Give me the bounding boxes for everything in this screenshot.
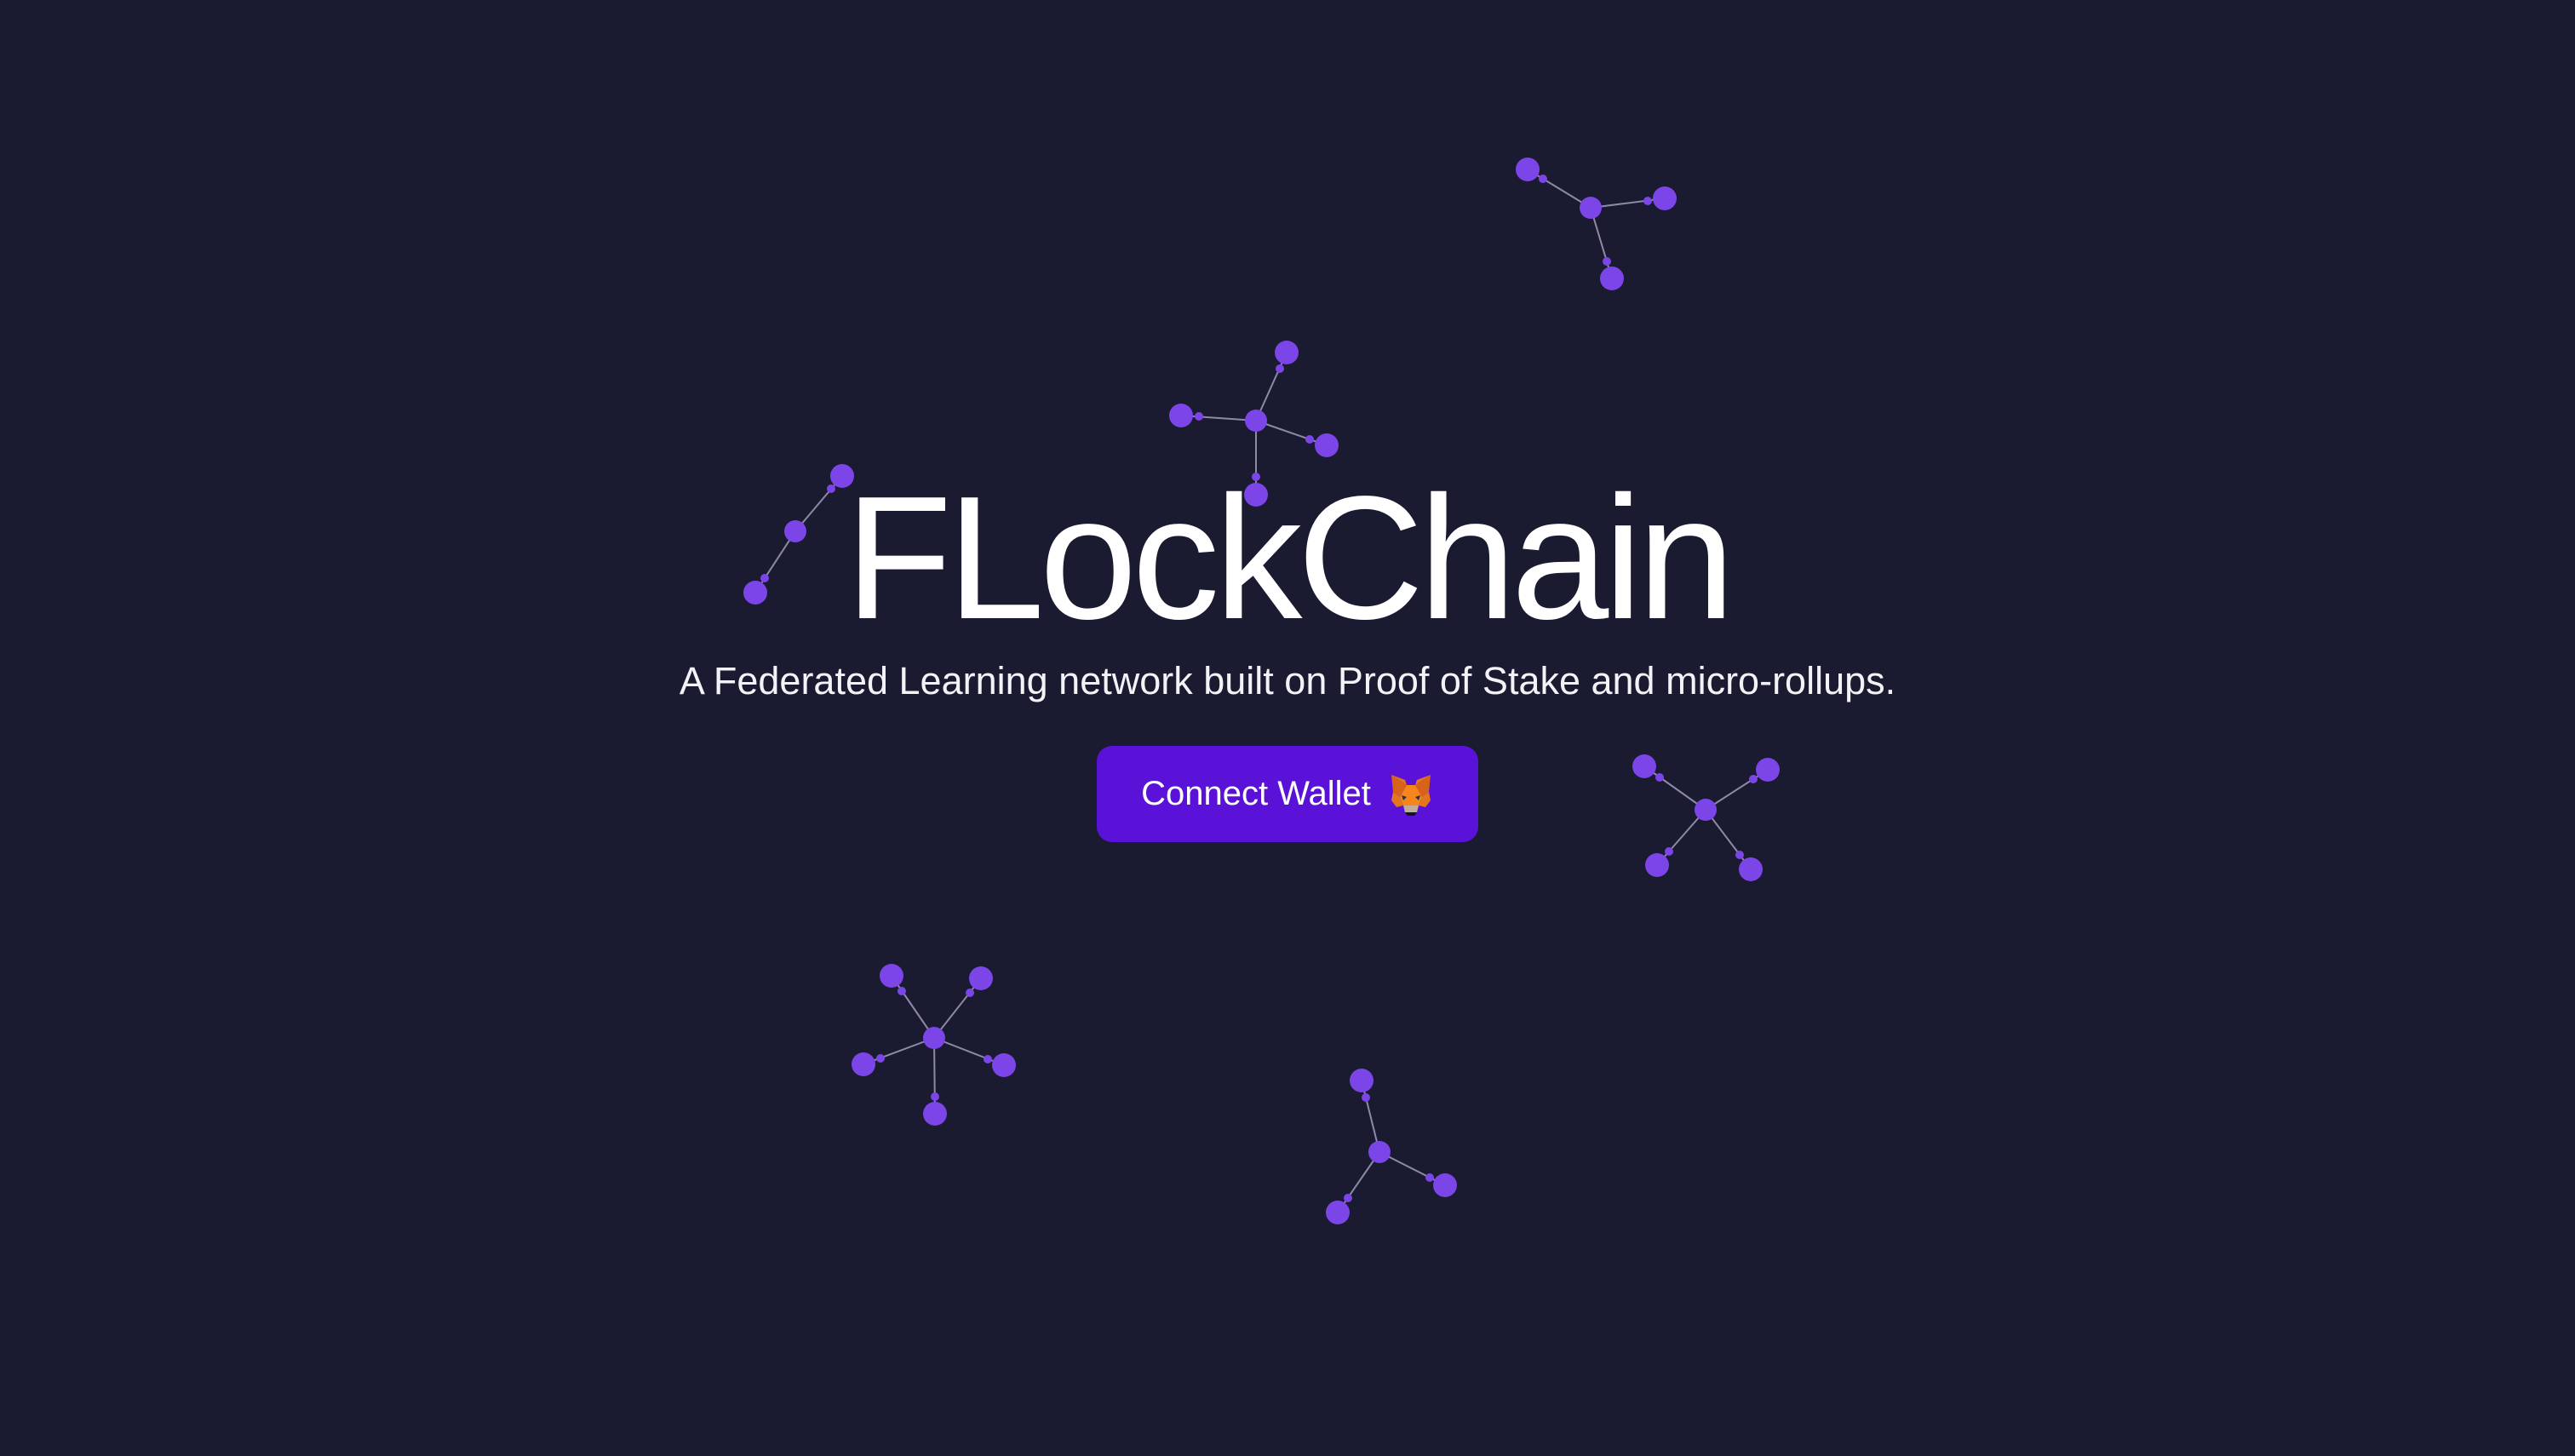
connect-wallet-button[interactable]: Connect Wallet	[1097, 746, 1478, 842]
hero-title: FLockChain	[845, 460, 1735, 656]
hero-subtitle: A Federated Learning network built on Pr…	[679, 659, 1896, 702]
metamask-fox-icon	[1391, 774, 1431, 816]
network-graph-decoration	[743, 158, 1780, 1224]
connect-wallet-label: Connect Wallet	[1141, 775, 1371, 812]
